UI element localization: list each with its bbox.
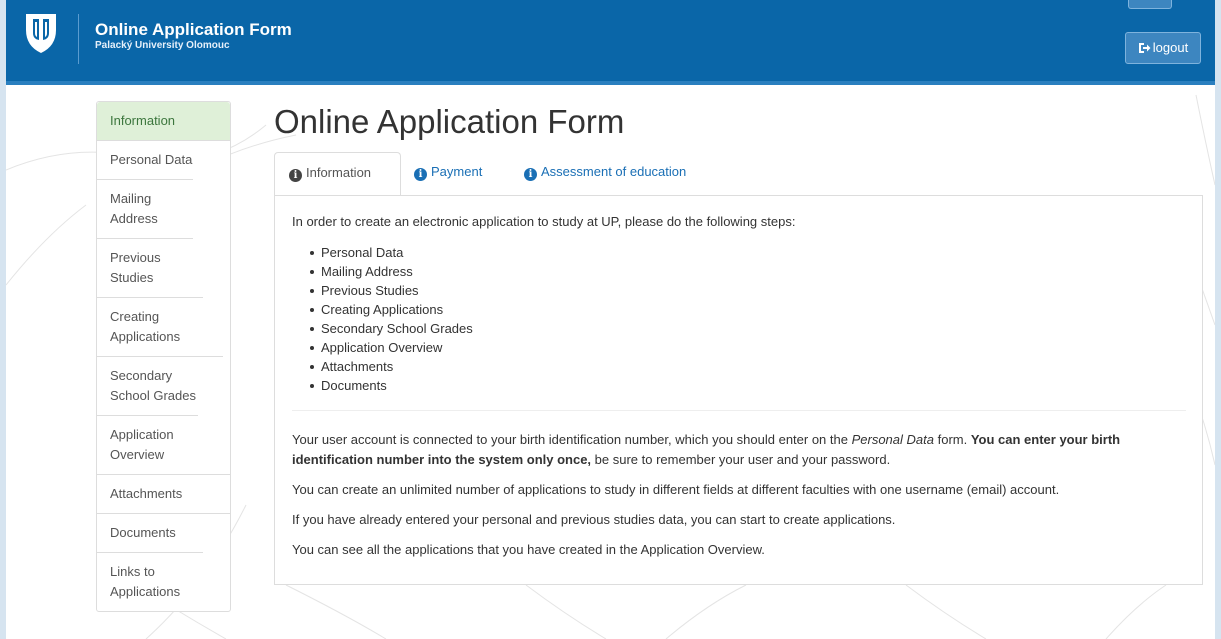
create-applications-paragraph: If you have already entered your persona… [292, 512, 896, 527]
tab-information-label: Information [306, 165, 372, 180]
app-subtitle: Palacký University Olomouc [95, 40, 230, 51]
text-fragment: Your user account is connected to your b… [292, 432, 852, 447]
steps-list: Personal Data Mailing Address Previous S… [299, 243, 473, 395]
personal-data-emphasis: Personal Data [851, 432, 934, 447]
unlimited-applications-paragraph: You can create an unlimited number of ap… [292, 482, 1060, 497]
sidebar-item-mailing-address[interactable]: Mailing Address [97, 179, 193, 238]
account-paragraph: Your user account is connected to your b… [292, 430, 1192, 470]
sidebar-item-creating-applications[interactable]: Creating Applications [97, 297, 203, 356]
list-item: Previous Studies [310, 281, 473, 300]
divider [292, 410, 1186, 411]
header-top-button[interactable] [1128, 0, 1172, 9]
tab-payment-label: Payment [431, 164, 483, 179]
tab-content-panel: In order to create an electronic applica… [274, 195, 1203, 585]
overview-paragraph: You can see all the applications that yo… [292, 542, 765, 557]
sidebar-item-information[interactable]: Information [97, 102, 230, 140]
sidebar-nav: Information Personal Data Mailing Addres… [96, 101, 231, 612]
upol-logo-icon[interactable] [16, 8, 66, 56]
sidebar-item-personal-data[interactable]: Personal Data [97, 140, 230, 179]
sidebar-item-secondary-school-grades[interactable]: Secondary School Grades [97, 356, 223, 415]
sidebar-item-attachments[interactable]: Attachments [97, 474, 230, 513]
list-item: Creating Applications [310, 300, 473, 319]
info-icon: i [414, 168, 427, 181]
logout-button[interactable]: logout [1125, 32, 1201, 64]
text-fragment: be sure to remember your user and your p… [591, 452, 891, 467]
page-title: Online Application Form [274, 103, 625, 140]
sidebar-item-links-to-applications[interactable]: Links to Applications [97, 552, 203, 611]
list-item: Application Overview [310, 338, 473, 357]
intro-text: In order to create an electronic applica… [292, 214, 796, 229]
app-title: Online Application Form [95, 20, 292, 39]
sidebar-item-documents[interactable]: Documents [97, 513, 230, 552]
tab-information[interactable]: i Information [274, 152, 401, 196]
app-frame: Online Application Form Palacký Universi… [6, 0, 1215, 639]
tab-assessment-label: Assessment of education [541, 164, 687, 179]
text-fragment: form. [933, 432, 971, 447]
header-bar: Online Application Form Palacký Universi… [6, 0, 1215, 85]
info-icon: i [524, 168, 537, 181]
list-item: Documents [310, 376, 473, 395]
header-separator [78, 14, 79, 64]
logout-label: logout [1152, 40, 1189, 55]
list-item: Personal Data [310, 243, 473, 262]
list-item: Secondary School Grades [310, 321, 473, 336]
info-icon: i [289, 169, 302, 182]
sidebar-item-application-overview[interactable]: Application Overview [97, 415, 198, 474]
tab-bar: i Information i Payment i Assessment of edu… [274, 152, 1203, 196]
sign-out-icon [1138, 43, 1151, 53]
list-item: Mailing Address [310, 262, 473, 281]
tab-payment[interactable]: i Payment [414, 152, 482, 196]
list-item: Attachments [310, 357, 473, 376]
sidebar-item-previous-studies[interactable]: Previous Studies [97, 238, 193, 297]
tab-assessment-of-education[interactable]: i Assessment of education [524, 152, 686, 196]
